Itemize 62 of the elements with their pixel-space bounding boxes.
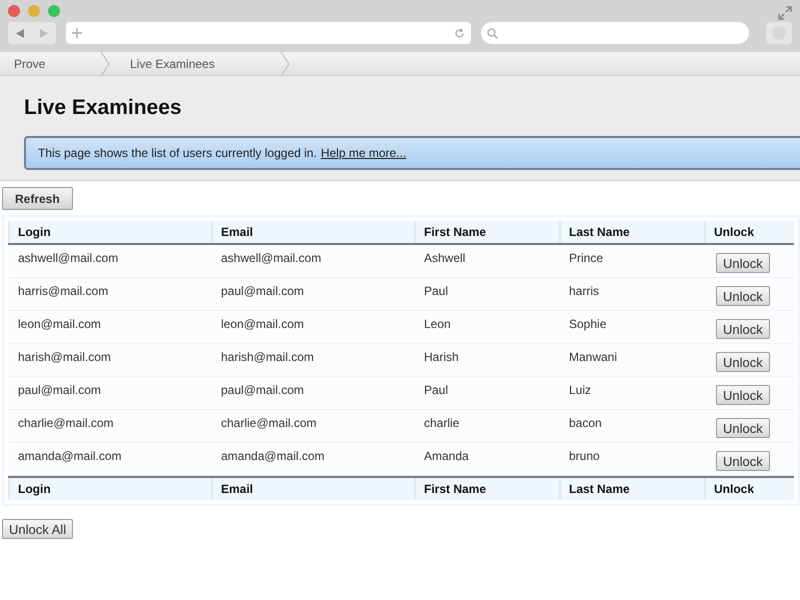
table-cell-text: charlie [423,414,460,432]
table-cell-text: ashwell@mail.com [220,250,322,266]
unlock-button[interactable]: Unlock [716,352,770,372]
table-cell-text: bacon [568,414,603,432]
column-header: Email [211,478,414,500]
table-cell-text: harish@mail.com [17,348,112,366]
table-cell-text: harris [568,282,600,300]
unlock-all-button[interactable]: Unlock All [2,518,74,538]
unlock-button[interactable]: Unlock [716,286,770,306]
table-cell-text: Ashwell [423,250,466,266]
page-title: Live Examinees [24,95,183,121]
back-icon[interactable] [16,28,24,38]
column-header: Email [211,220,414,242]
unlock-button[interactable]: Unlock [716,384,770,404]
table-cell-text: leon@mail.com [220,316,305,332]
table-cell-text: Leon [423,316,452,332]
table-cell-text: paul@mail.com [17,382,102,398]
column-header: Last Name [559,220,704,242]
search-field[interactable] [481,22,749,44]
forward-icon[interactable] [40,28,48,38]
nav-buttons[interactable] [8,22,56,44]
refresh-button[interactable]: Refresh [2,187,73,210]
plus-icon[interactable] [72,28,82,38]
unlock-button[interactable]: Unlock [716,318,770,338]
table-cell-text: charlie@mail.com [220,414,318,432]
column-header: Login [8,220,211,242]
table-cell-text: leon@mail.com [17,316,102,332]
table-cell-text: harish@mail.com [220,348,315,366]
table-cell-text: Sophie [568,316,608,332]
table-cell-text: charlie@mail.com [17,414,115,432]
table-cell-text: amanda@mail.com [17,448,123,464]
table-cell-text: amanda@mail.com [220,448,326,464]
unlock-button[interactable]: Unlock [716,450,770,470]
column-header: First Name [414,478,559,500]
table-cell-text: paul@mail.com [220,382,305,398]
search-icon [487,28,498,38]
table-cell-text: paul@mail.com [220,282,305,300]
table-cell-text: Paul [423,282,450,300]
fullscreen-icon[interactable] [778,6,792,20]
unlock-button[interactable]: Unlock [716,418,770,438]
help-link[interactable]: Help me more... [320,144,406,162]
unlock-button[interactable]: Unlock [716,252,770,272]
column-header: Login [8,478,211,500]
table-cell-text: Paul [423,382,450,398]
breadcrumb-link[interactable]: Live Examinees [110,54,280,72]
breadcrumb-link[interactable]: Prove [0,54,100,72]
table-cell-text: Luiz [568,382,592,398]
table-cell-text: bruno [568,448,601,464]
table-cell-text: Prince [568,250,604,266]
column-header: First Name [414,220,559,242]
table-cell-text: harris@mail.com [17,282,110,300]
table-cell-text: Manwani [568,348,618,366]
column-header: Unlock [704,220,794,242]
table-cell-text: Harish [423,348,460,366]
table-cell-text: ashwell@mail.com [17,250,120,266]
column-header: Last Name [559,478,704,500]
chevron-icon [100,52,110,76]
column-header: Unlock [704,478,794,500]
chevron-icon [280,52,290,76]
info-text: This page shows the list of users currently logged in. [38,144,317,162]
table-cell-text: Amanda [423,448,470,464]
reload-icon[interactable] [454,28,465,38]
